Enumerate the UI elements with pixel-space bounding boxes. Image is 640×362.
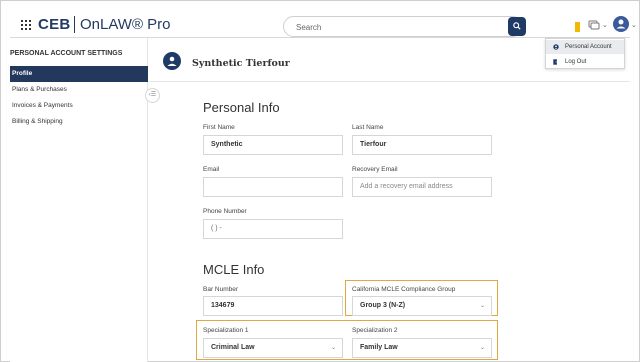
sidebar-title: PERSONAL ACCOUNT SETTINGS — [10, 50, 123, 57]
user-circle-icon — [553, 44, 559, 50]
recovery-email-field[interactable]: Add a recovery email address — [352, 177, 492, 197]
sidebar-item-billing-shipping[interactable]: Billing & Shipping — [10, 114, 148, 130]
sidebar-item-plans-purchases[interactable]: Plans & Purchases — [10, 82, 148, 98]
bar-number-field[interactable]: 134679 — [203, 296, 343, 316]
chevron-down-icon: ⌄ — [479, 303, 485, 309]
chevron-down-icon: ⌄ — [479, 345, 485, 351]
bar-number-label: Bar Number — [203, 286, 239, 293]
user-icon — [167, 56, 177, 66]
email-field[interactable] — [203, 177, 343, 197]
last-name-label: Last Name — [352, 124, 384, 131]
phone-number-field[interactable]: ( ) - — [203, 219, 343, 239]
apps-grid-icon[interactable] — [21, 20, 31, 30]
specialization2-label: Specialization 2 — [352, 327, 398, 334]
recovery-email-label: Recovery Email — [352, 166, 398, 173]
search-icon — [513, 22, 521, 30]
top-header: CEB OnLAW® Pro ⌄ ⌄ — [10, 8, 637, 38]
phone-number-label: Phone Number — [203, 208, 247, 215]
sidebar-item-invoices-payments[interactable]: Invoices & Payments — [10, 98, 148, 114]
compliance-group-value: Group 3 (N-Z) — [360, 302, 406, 309]
sidebar-item-label: Profile — [12, 70, 33, 77]
log-out-icon — [553, 59, 559, 65]
user-account-icon[interactable] — [613, 16, 629, 32]
menu-item-log-out[interactable]: Log Out — [546, 55, 624, 69]
email-label: Email — [203, 166, 220, 173]
bookmark-icon[interactable] — [575, 22, 580, 32]
specialization1-label: Specialization 1 — [203, 327, 249, 334]
menu-item-personal-account[interactable]: Personal Account — [546, 40, 624, 54]
brand-onlaw-logo[interactable]: OnLAW® Pro — [80, 16, 171, 33]
chevron-down-icon[interactable]: ⌄ — [631, 21, 637, 29]
specialization2-select[interactable]: Family Law ⌄ — [352, 338, 492, 358]
specialization2-value: Family Law — [360, 344, 398, 351]
search-input[interactable] — [296, 21, 496, 33]
chevron-down-icon[interactable]: ⌄ — [602, 21, 608, 29]
mcle-info-title: MCLE Info — [203, 262, 265, 277]
first-name-label: First Name — [203, 124, 235, 131]
profile-name: Synthetic Tierfour — [192, 58, 290, 69]
specialization1-select[interactable]: Criminal Law ⌄ — [203, 338, 343, 358]
compliance-group-select[interactable]: Group 3 (N-Z) ⌄ — [352, 296, 492, 316]
specialization1-value: Criminal Law — [211, 344, 255, 351]
sidebar-item-label: Billing & Shipping — [12, 118, 63, 125]
sidebar-item-profile[interactable]: Profile — [10, 66, 148, 82]
chevron-down-icon: ⌄ — [330, 345, 336, 351]
search-bar — [283, 16, 526, 37]
brand-divider — [74, 16, 75, 33]
user-menu-dropdown: Personal Account Log Out — [545, 38, 625, 69]
sidebar-item-label: Invoices & Payments — [12, 102, 73, 109]
sidebar-item-label: Plans & Purchases — [12, 86, 67, 93]
brand-ceb-logo[interactable]: CEB — [38, 16, 71, 33]
search-button[interactable] — [508, 17, 526, 36]
personal-info-title: Personal Info — [203, 100, 280, 115]
first-name-field[interactable]: Synthetic — [203, 135, 343, 155]
courses-icon[interactable] — [588, 20, 600, 30]
compliance-group-label: California MCLE Compliance Group — [352, 286, 456, 293]
account-settings-sidebar: PERSONAL ACCOUNT SETTINGS Profile Plans … — [10, 38, 148, 362]
last-name-field[interactable]: Tierfour — [352, 135, 492, 155]
avatar — [163, 52, 181, 70]
collapse-sidebar-icon[interactable]: ‹☰ — [145, 88, 160, 103]
menu-item-label: Personal Account — [565, 44, 612, 50]
menu-item-label: Log Out — [565, 59, 587, 65]
